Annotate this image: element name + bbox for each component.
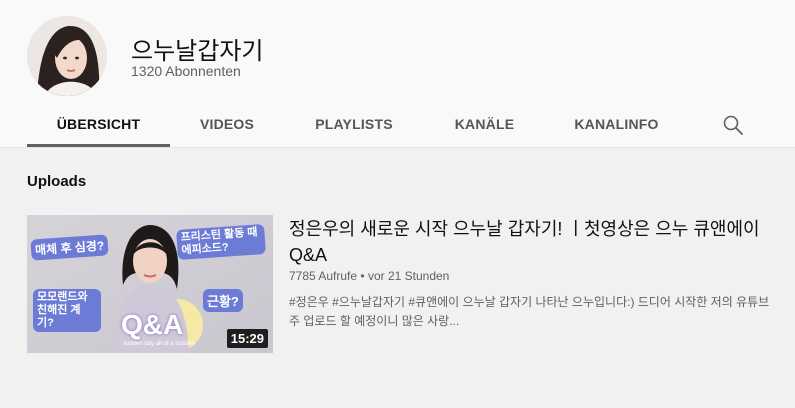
thumbnail-caption: 모모랜드와 친해진 계기? [33, 289, 101, 332]
subscriber-count: 1320 Abonnenten [131, 63, 241, 79]
avatar-image [27, 16, 107, 96]
tab-overview[interactable]: ÜBERSICHT [27, 103, 170, 147]
thumbnail-small-text: sudden day all of a sudden [123, 341, 195, 347]
thumbnail-caption: 근황? [203, 289, 243, 312]
channel-tabs: ÜBERSICHT VIDEOS PLAYLISTS KANÄLE KANALI… [27, 103, 787, 147]
video-title[interactable]: 정은우의 새로운 시작 으누날 갑자기! ㅣ첫영상은 으누 큐앤에이 Q&A [289, 216, 795, 268]
video-meta: 7785 Aufrufe • vor 21 Stunden [289, 269, 449, 283]
description-line2: 주 업로드 할 예정이니 많은 사랑... [289, 314, 460, 328]
description-line1: #정은우 #으누날갑자기 #큐앤에이 으누날 갑자기 나타난 으누입니다:) 드… [289, 295, 770, 309]
uploads-heading[interactable]: Uploads [27, 173, 86, 190]
meta-separator: • [360, 269, 365, 283]
video-description: #정은우 #으누날갑자기 #큐앤에이 으누날 갑자기 나타난 으누입니다:) 드… [289, 293, 795, 331]
video-title-line2: Q&A [289, 245, 328, 265]
tab-videos[interactable]: VIDEOS [185, 103, 269, 145]
tab-channels[interactable]: KANÄLE [437, 103, 532, 145]
video-duration: 15:29 [226, 329, 268, 348]
thumbnail-qa-text: Q&A [121, 309, 184, 340]
view-count: 7785 Aufrufe [289, 269, 358, 283]
tab-playlists[interactable]: PLAYLISTS [297, 103, 411, 145]
upload-time: vor 21 Stunden [367, 269, 450, 283]
channel-header: 으누날갑자기 1320 Abonnenten ÜBERSICHT VIDEOS … [0, 0, 795, 148]
tab-about[interactable]: KANALINFO [559, 103, 674, 145]
channel-name: 으누날갑자기 [131, 38, 264, 65]
channel-avatar[interactable] [27, 16, 107, 96]
thumbnail-caption: 프리스틴 활동 때 에피소드? [176, 223, 266, 261]
video-title-line1: 정은우의 새로운 시작 으누날 갑자기! ㅣ첫영상은 으누 큐앤에이 [289, 219, 760, 239]
search-icon[interactable] [721, 113, 745, 137]
video-thumbnail[interactable]: 매체 후 심경? 프리스틴 활동 때 에피소드? 모모랜드와 친해진 계기? 근… [27, 215, 273, 353]
